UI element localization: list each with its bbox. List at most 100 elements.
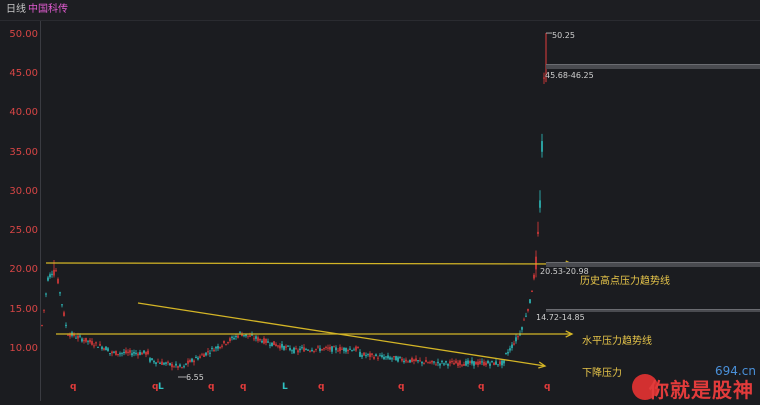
signal-marker: q: [318, 382, 325, 392]
candle-body: [199, 356, 201, 358]
candle-body: [489, 363, 491, 366]
candle-body: [493, 362, 495, 366]
candle-body: [133, 352, 135, 354]
candle-body: [405, 359, 407, 362]
candle-body: [117, 354, 119, 356]
candle-body: [431, 360, 433, 363]
candle-body: [411, 358, 413, 362]
candle-body: [161, 361, 163, 365]
candle-body: [355, 346, 357, 351]
candle-body: [287, 345, 289, 347]
candle-body: [243, 335, 245, 337]
candle-body: [503, 360, 505, 364]
candle-body: [137, 353, 139, 356]
signal-marker: q: [240, 382, 247, 392]
candle-body: [141, 352, 143, 355]
candle-body: [321, 349, 323, 351]
candle-body: [387, 355, 389, 359]
candle-body: [101, 346, 103, 350]
candle-body: [45, 293, 47, 295]
candle-body: [235, 336, 237, 338]
candle-body: [435, 364, 437, 366]
candle-body: [273, 341, 275, 346]
candle-body: [537, 231, 539, 234]
candle-body: [265, 338, 267, 343]
candle-body: [279, 345, 281, 349]
candle-body: [529, 299, 531, 304]
candle-body: [475, 361, 477, 365]
candle-body: [439, 363, 441, 366]
candle-body: [483, 361, 485, 366]
candle-body: [515, 337, 517, 342]
candle-body: [507, 352, 509, 354]
candle-body: [295, 348, 297, 350]
candle-body: [193, 360, 195, 363]
historic-high-trend-label: 历史高点压力趋势线: [580, 276, 670, 287]
candle-body: [253, 338, 255, 340]
candle-body: [535, 256, 537, 270]
candle-body: [121, 352, 123, 354]
candle-body: [277, 345, 279, 347]
candle-body: [373, 357, 375, 359]
candle-body: [165, 362, 167, 364]
candle-body: [517, 336, 519, 338]
candle-body: [325, 346, 327, 348]
candle-body: [341, 348, 343, 350]
candle-body: [437, 361, 439, 364]
candle-body: [331, 346, 333, 352]
signal-marker: q: [70, 382, 77, 392]
candle-body: [159, 362, 161, 364]
candle-body: [385, 356, 387, 358]
candle-body: [89, 339, 91, 343]
candle-body: [425, 360, 427, 363]
candle-body: [309, 350, 311, 352]
candle-body: [485, 362, 487, 366]
candle-body: [157, 361, 159, 363]
candle-body: [247, 335, 249, 337]
candle-body: [143, 350, 145, 353]
candle-body: [51, 273, 53, 275]
candle-body: [499, 361, 501, 365]
candle-body: [259, 338, 261, 341]
candle-body: [531, 291, 533, 293]
candle-body: [343, 347, 345, 351]
candle-body: [213, 349, 215, 352]
candle-body: [501, 360, 503, 366]
candle-body: [185, 363, 187, 365]
candle-body: [523, 319, 525, 321]
candle-body: [315, 348, 317, 350]
candle-body: [453, 363, 455, 365]
candle-body: [257, 337, 259, 341]
candle-body: [69, 334, 71, 337]
candle-body: [261, 340, 263, 343]
candle-body: [175, 363, 177, 366]
candle-body: [427, 362, 429, 364]
candle-body: [131, 353, 133, 356]
candle-body: [49, 274, 51, 278]
candle-body: [83, 340, 85, 342]
candle-body: [389, 357, 391, 360]
candle-body: [97, 346, 99, 348]
candle-body: [445, 361, 447, 363]
candle-body: [203, 354, 205, 358]
candle-body: [527, 309, 529, 311]
candle-body: [249, 335, 251, 337]
candle-body: [463, 364, 465, 366]
candle-body: [229, 338, 231, 342]
candle-body: [209, 352, 211, 354]
candle-body: [347, 350, 349, 352]
candle-body: [189, 359, 191, 363]
candle-body: [283, 345, 285, 350]
historic-high-trendline[interactable]: [45, 262, 573, 265]
candle-body: [119, 353, 121, 355]
candle-body: [505, 353, 507, 355]
candle-body: [471, 360, 473, 364]
candle-body: [41, 325, 43, 327]
candle-body: [391, 358, 393, 360]
candle-body: [299, 348, 301, 351]
candle-body: [383, 356, 385, 360]
candle-body: [91, 341, 93, 345]
candle-body: [407, 361, 409, 363]
candle-body: [125, 350, 127, 354]
candle-body: [191, 358, 193, 362]
